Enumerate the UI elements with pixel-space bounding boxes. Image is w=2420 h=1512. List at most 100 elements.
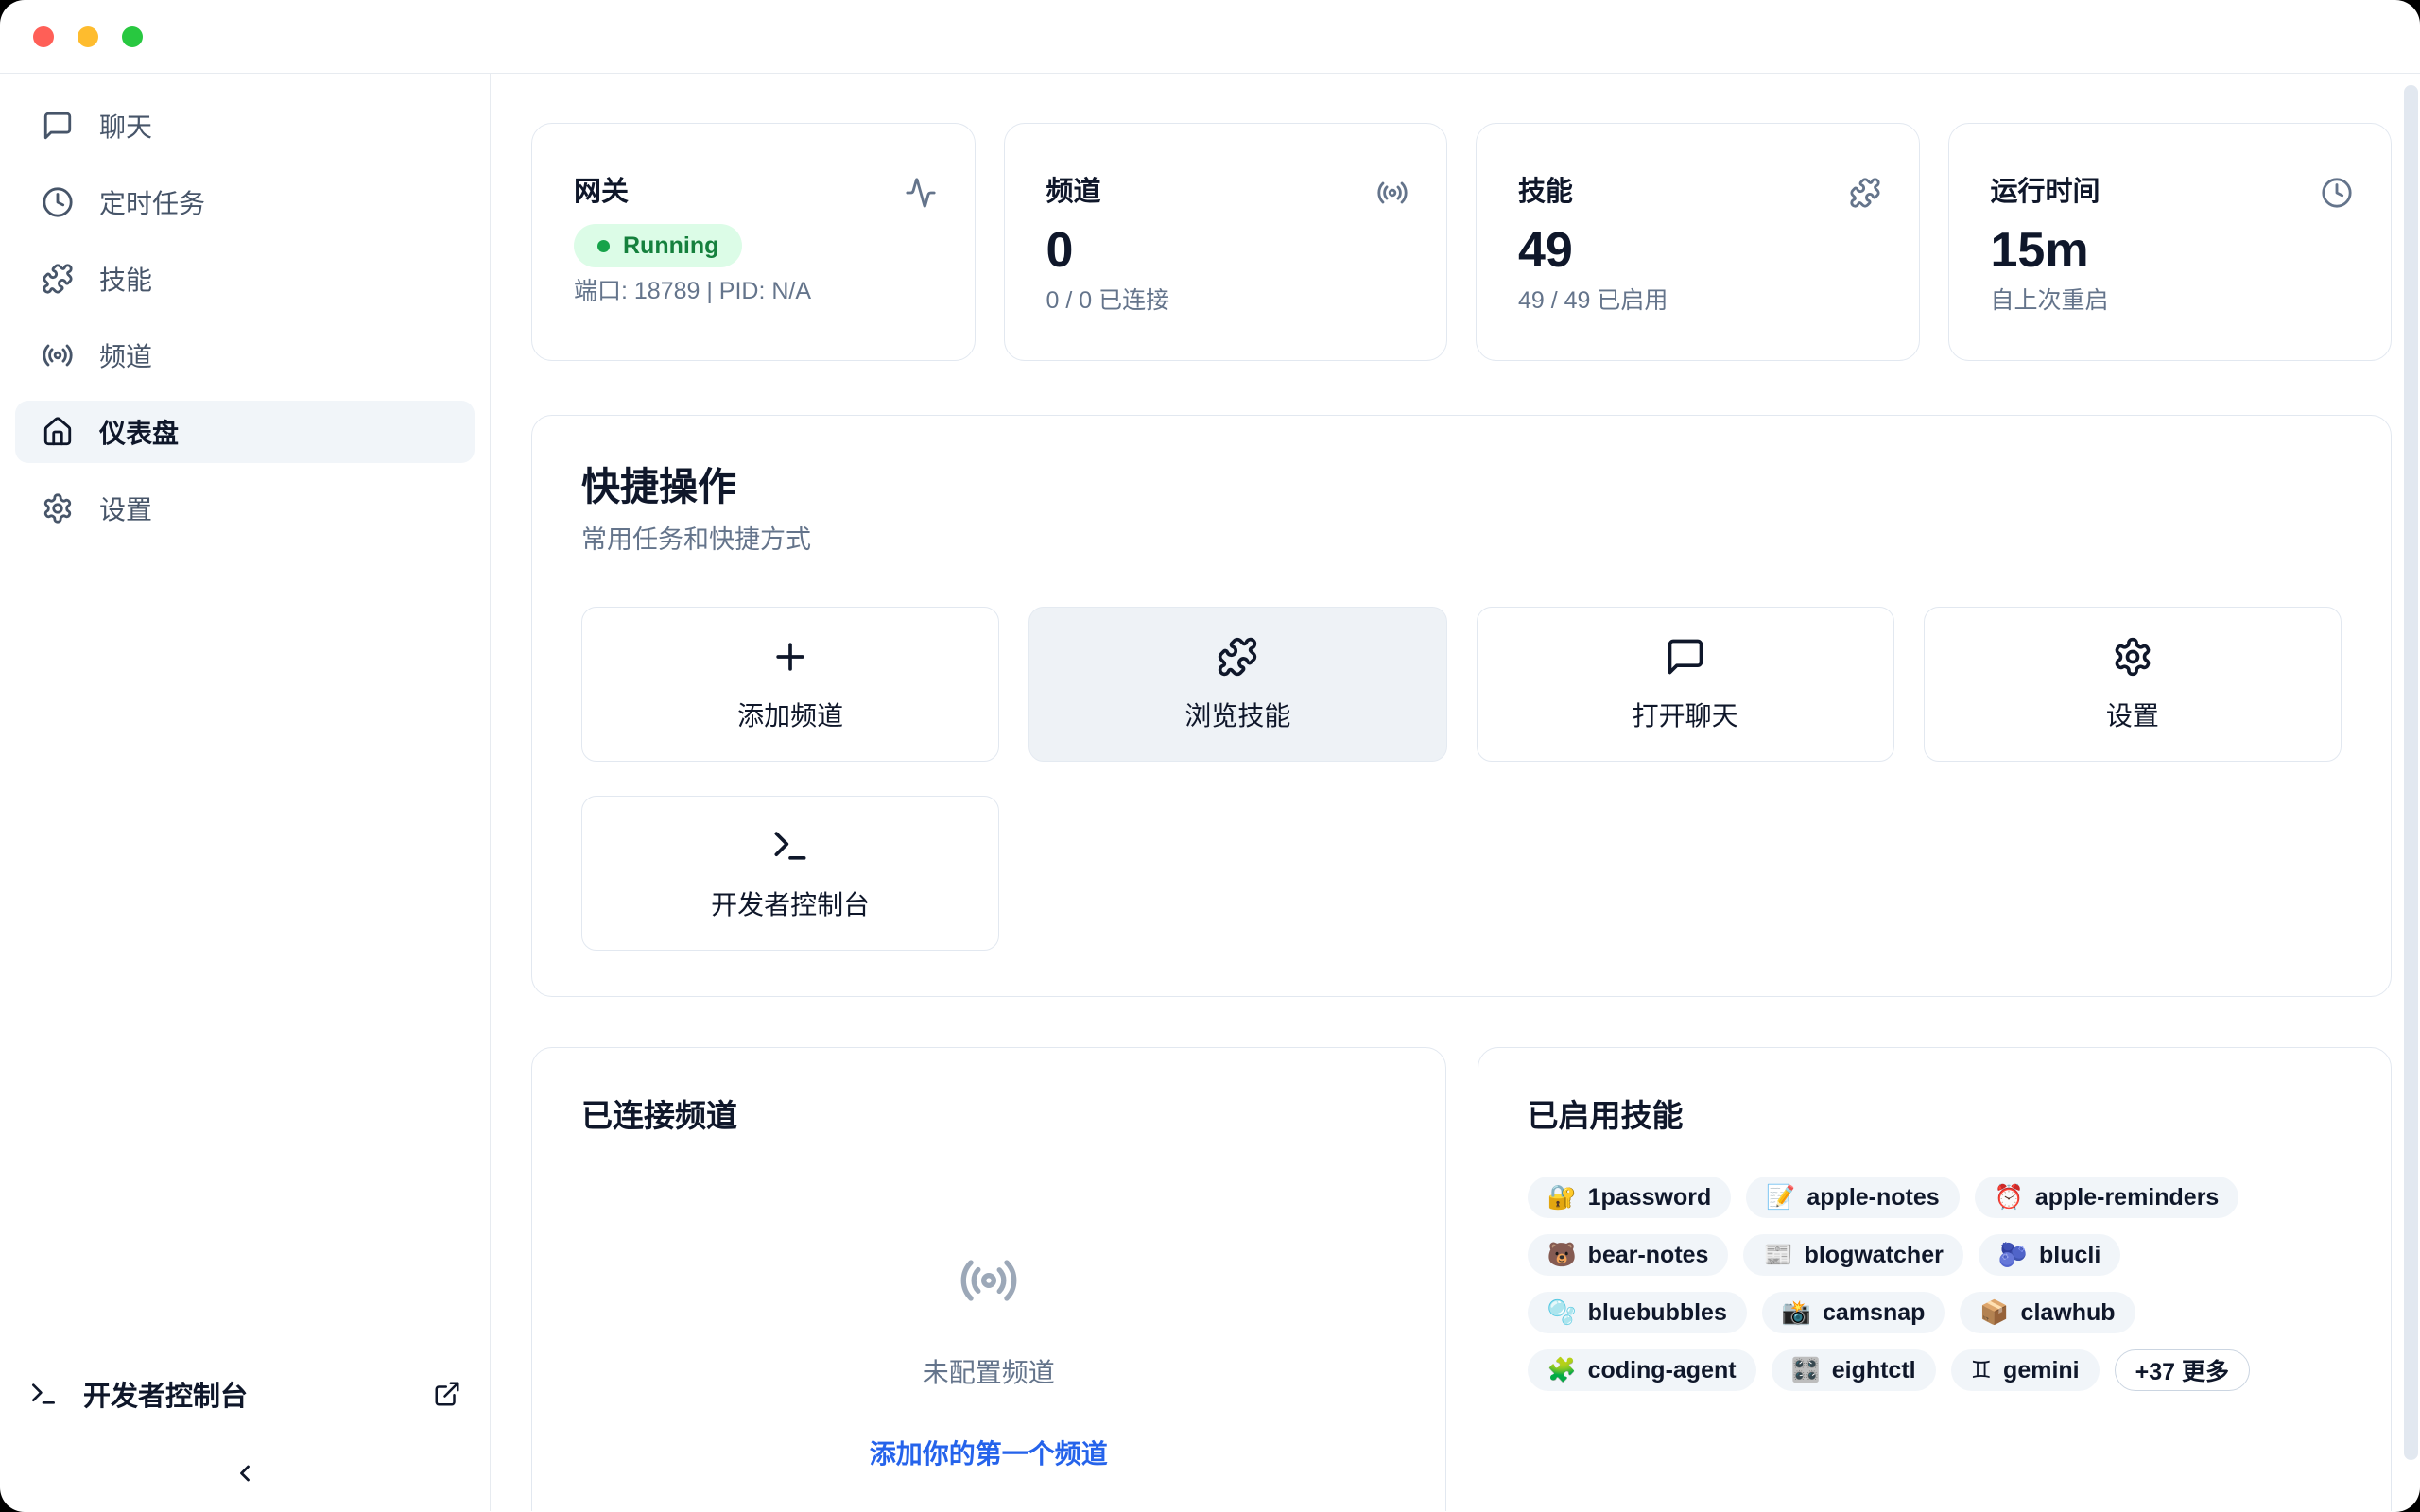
- clock-icon: [42, 186, 74, 218]
- skill-name: blucli: [2039, 1242, 2100, 1269]
- skill-name: clawhub: [2021, 1299, 2116, 1327]
- skill-emoji: 📦: [1979, 1299, 2009, 1327]
- skills-more-label: +37 更多: [2135, 1353, 2229, 1387]
- sidebar-item-label: 频道: [99, 336, 152, 374]
- enabled-skills-panel: 已启用技能 🔐 1password 📝 apple-notes ⏰apple-remin…: [1478, 1047, 2393, 1511]
- quick-action-browse-skills[interactable]: 浏览技能: [1028, 607, 1446, 762]
- skill-emoji: 🧩: [1547, 1357, 1577, 1384]
- channels-empty-text: 未配置频道: [923, 1352, 1055, 1390]
- stat-title: 频道: [1046, 175, 1101, 209]
- skills-more-chip[interactable]: +37 更多: [2115, 1349, 2250, 1391]
- terminal-icon: [769, 825, 811, 867]
- skill-name: gemini: [2003, 1357, 2080, 1384]
- minimize-button[interactable]: [78, 26, 98, 47]
- app-window: 聊天定时任务技能频道仪表盘设置 开发者控制台 网关: [0, 0, 2420, 1512]
- skill-chip-blogwatcher: 📰blogwatcher: [1743, 1234, 1962, 1276]
- skill-chip-clawhub: 📦 clawhub: [1960, 1292, 2135, 1333]
- plus-icon: [769, 636, 811, 678]
- zoom-button[interactable]: [122, 26, 143, 47]
- skill-name: bluebubbles: [1588, 1299, 1727, 1327]
- puzzle-icon: [42, 263, 74, 295]
- quick-action-label: 打开聊天: [1633, 696, 1738, 733]
- stat-detail: 0 / 0 已连接: [1046, 286, 1409, 315]
- skill-name: eightctl: [1832, 1357, 1916, 1384]
- add-first-channel-link[interactable]: 添加你的第一个频道: [870, 1434, 1108, 1471]
- quick-action-open-chat[interactable]: 打开聊天: [1477, 607, 1894, 762]
- scrollbar-thumb[interactable]: [2404, 85, 2418, 1460]
- skill-emoji: 🐻: [1547, 1242, 1577, 1269]
- close-button[interactable]: [33, 26, 54, 47]
- skill-name: apple-notes: [1806, 1184, 1939, 1211]
- skills-chip-list: 🔐 1password 📝 apple-notes ⏰apple-reminders 🐻 b…: [1528, 1177, 2342, 1391]
- skill-emoji: 📝: [1766, 1184, 1795, 1211]
- bottom-grid: 已连接频道 未配置频道 添加你的第一个频道 已启用技能 🔐 1password 📝 a…: [531, 1047, 2392, 1511]
- skill-emoji: ♊: [1971, 1356, 1992, 1384]
- skill-name: coding-agent: [1588, 1357, 1737, 1384]
- stat-value: 15m: [1991, 224, 2354, 277]
- skill-name: 1password: [1588, 1184, 1712, 1211]
- quick-action-dev-console[interactable]: 开发者控制台: [581, 796, 999, 951]
- stat-value: 0: [1046, 224, 1409, 277]
- radio-icon: [959, 1250, 1019, 1311]
- skill-chip-gemini: ♊ gemini: [1951, 1349, 2100, 1391]
- external-link-icon[interactable]: [433, 1380, 461, 1408]
- sidebar-collapse-button[interactable]: [215, 1449, 275, 1498]
- terminal-icon: [28, 1379, 59, 1409]
- stats-grid: 网关 Running 端口: 18789 | PID: N/A 频道 0 0 /…: [531, 123, 2392, 361]
- quick-action-settings[interactable]: 设置: [1924, 607, 2342, 762]
- puzzle-icon: [1849, 177, 1881, 209]
- sidebar-item-label: 定时任务: [99, 183, 205, 221]
- status-label: Running: [623, 232, 718, 260]
- skill-chip-bear-notes: 🐻 bear-notes: [1528, 1234, 1729, 1276]
- quick-action-label: 浏览技能: [1184, 696, 1290, 733]
- sidebar-item-chat[interactable]: 聊天: [15, 94, 475, 157]
- message-square-icon: [1665, 636, 1706, 678]
- radio-icon: [42, 339, 74, 371]
- stat-title: 运行时间: [1991, 175, 2100, 209]
- stat-detail: 自上次重启: [1991, 286, 2354, 315]
- stat-title: 技能: [1518, 175, 1573, 209]
- main-content: 网关 Running 端口: 18789 | PID: N/A 频道 0 0 /…: [491, 74, 2420, 1511]
- enabled-skills-title: 已启用技能: [1528, 1095, 2342, 1137]
- dev-console-label: 开发者控制台: [83, 1374, 248, 1414]
- sidebar-item-label: 聊天: [99, 107, 152, 145]
- sidebar-item-tasks[interactable]: 定时任务: [15, 171, 475, 233]
- quick-actions-card: 快捷操作 常用任务和快捷方式 添加频道浏览技能打开聊天设置开发者控制台: [531, 415, 2392, 997]
- skill-emoji: 🔐: [1547, 1184, 1577, 1211]
- quick-action-label: 设置: [2106, 696, 2159, 733]
- message-square-icon: [42, 110, 74, 142]
- sidebar-item-dashboard[interactable]: 仪表盘: [15, 401, 475, 463]
- sidebar: 聊天定时任务技能频道仪表盘设置 开发者控制台: [0, 74, 491, 1511]
- sidebar-item-channels[interactable]: 频道: [15, 324, 475, 387]
- sidebar-dev-console[interactable]: 开发者控制台: [15, 1364, 475, 1424]
- status-dot: [597, 240, 610, 252]
- titlebar: [0, 0, 2420, 74]
- sidebar-item-label: 仪表盘: [99, 413, 179, 451]
- skill-chip-1password: 🔐 1password: [1528, 1177, 1732, 1218]
- connected-channels-panel: 已连接频道 未配置频道 添加你的第一个频道: [531, 1047, 1446, 1511]
- skill-chip-apple-notes: 📝 apple-notes: [1746, 1177, 1959, 1218]
- skill-name: bear-notes: [1588, 1242, 1709, 1269]
- skill-name: camsnap: [1823, 1299, 1925, 1327]
- skill-chip-blucli: 🫐blucli: [1979, 1234, 2120, 1276]
- quick-action-add-channel[interactable]: 添加频道: [581, 607, 999, 762]
- channels-empty-state: 未配置频道 添加你的第一个频道: [581, 1137, 1396, 1471]
- home-icon: [42, 416, 74, 448]
- status-badge: Running: [574, 224, 742, 267]
- stat-card-skills: 技能 49 49 / 49 已启用: [1476, 123, 1920, 361]
- gear-icon: [42, 492, 74, 524]
- clock-icon: [2321, 177, 2353, 209]
- quick-action-label: 开发者控制台: [711, 885, 870, 922]
- sidebar-item-label: 技能: [99, 260, 152, 298]
- quick-actions-grid: 添加频道 浏览技能 打开聊天 设置开发者控制台: [581, 607, 2342, 951]
- quick-action-label: 添加频道: [737, 696, 843, 733]
- stat-value: 49: [1518, 224, 1881, 277]
- skill-emoji: 🎛️: [1791, 1357, 1821, 1384]
- skill-chip-apple-reminders: ⏰apple-reminders: [1975, 1177, 2239, 1218]
- quick-actions-subtitle: 常用任务和快捷方式: [581, 524, 2342, 556]
- traffic-lights: [33, 26, 143, 47]
- skill-name: apple-reminders: [2035, 1184, 2220, 1211]
- sidebar-item-settings[interactable]: 设置: [15, 477, 475, 540]
- sidebar-item-skills[interactable]: 技能: [15, 248, 475, 310]
- sidebar-item-label: 设置: [99, 490, 152, 527]
